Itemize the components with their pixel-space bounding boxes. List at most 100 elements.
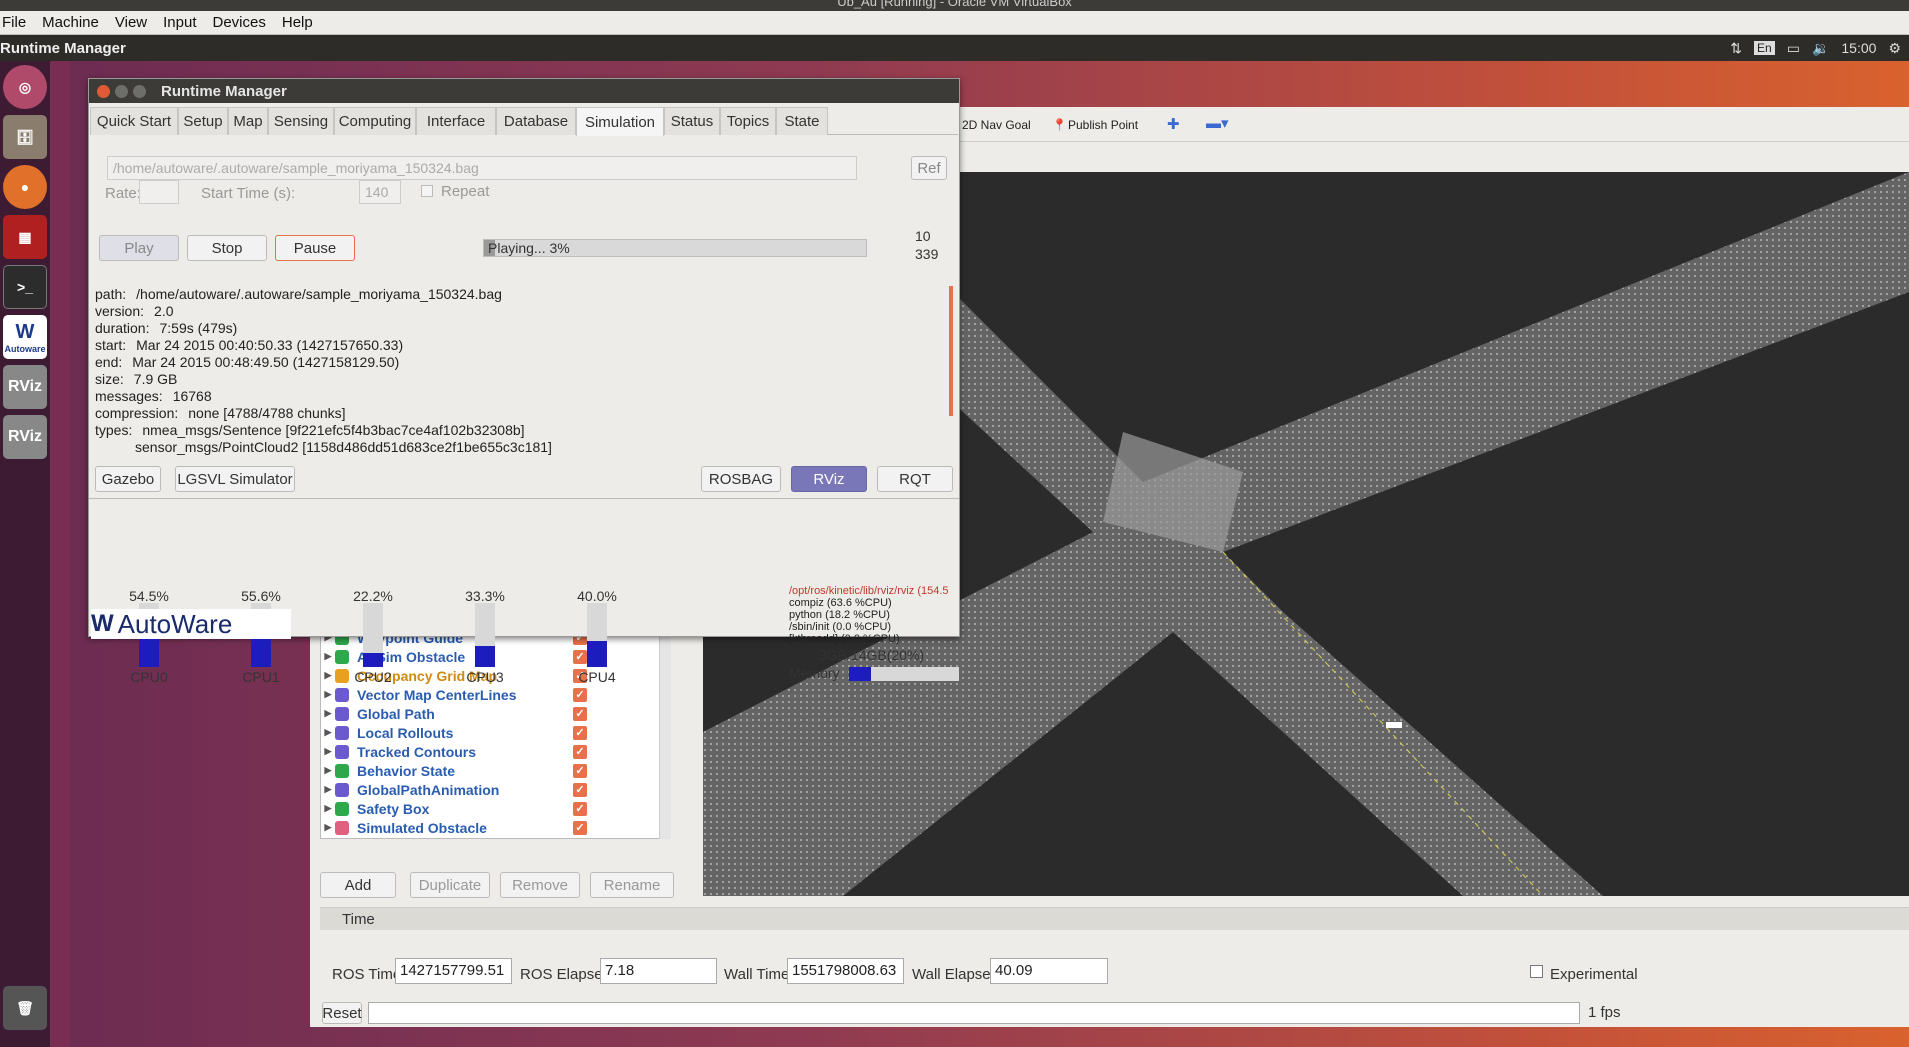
bag-info-line: duration: 7:59s (479s)	[95, 320, 951, 337]
menu-devices[interactable]: Devices	[213, 14, 266, 31]
experimental-checkbox[interactable]	[1530, 965, 1543, 978]
network-icon[interactable]: ⇅	[1730, 40, 1742, 57]
reset-button[interactable]: Reset	[322, 1002, 362, 1024]
display-item[interactable]: ▶ GlobalPathAnimation ✓	[321, 780, 669, 799]
rqt-button[interactable]: RQT	[877, 466, 953, 492]
tab-state[interactable]: State	[776, 107, 828, 135]
tab-interface[interactable]: Interface	[416, 107, 496, 135]
tab-simulation[interactable]: Simulation	[576, 107, 664, 136]
tab-computing[interactable]: Computing	[334, 107, 416, 135]
rviz-icon-1[interactable]: RViz	[3, 365, 47, 409]
add-tool-icon[interactable]: ✚	[1167, 115, 1180, 133]
expand-arrow-icon[interactable]: ▶	[321, 822, 335, 833]
display-item[interactable]: ▶ Tracked Contours ✓	[321, 742, 669, 761]
display-item[interactable]: ▶ Vector Map CenterLines ✓	[321, 685, 669, 704]
start-time-input[interactable]: 140	[359, 180, 401, 204]
display-item[interactable]: ▶Velocity (km/h)✓	[321, 837, 669, 838]
tab-quick-start[interactable]: Quick Start	[90, 107, 178, 135]
ubuntu-dash-icon[interactable]: ◎	[3, 65, 47, 109]
remove-display-button[interactable]: Remove	[500, 872, 580, 898]
display-enabled-checkbox[interactable]: ✓	[573, 688, 587, 702]
display-item[interactable]: ▶ Global Path ✓	[321, 704, 669, 723]
add-display-button[interactable]: Add	[320, 872, 396, 898]
ros-time-field[interactable]: 1427157799.51	[395, 958, 512, 984]
bag-path-input[interactable]: /home/autoware/.autoware/sample_moriyama…	[107, 156, 857, 180]
display-enabled-checkbox[interactable]: ✓	[573, 802, 587, 816]
pause-button[interactable]: Pause	[275, 235, 355, 261]
publish-point-tool[interactable]: Publish Point	[1068, 118, 1138, 132]
rviz-icon-2[interactable]: RViz	[3, 415, 47, 459]
lgsvl-simulator-button[interactable]: LGSVL Simulator	[175, 466, 295, 492]
minimize-icon[interactable]	[115, 85, 128, 98]
display-enabled-checkbox[interactable]: ✓	[573, 726, 587, 740]
display-enabled-checkbox[interactable]: ✓	[573, 650, 587, 664]
trash-icon[interactable]: 🗑	[3, 986, 47, 1030]
display-enabled-checkbox[interactable]: ✓	[573, 821, 587, 835]
power-gear-icon[interactable]: ⚙	[1888, 40, 1901, 57]
display-item[interactable]: ▶ Local Rollouts ✓	[321, 723, 669, 742]
display-item[interactable]: ▶ Behavior State ✓	[321, 761, 669, 780]
process-line: /opt/ros/kinetic/lib/rviz/rviz (154.5	[789, 585, 949, 597]
battery-icon[interactable]: ▭	[1787, 40, 1800, 57]
duplicate-display-button[interactable]: Duplicate	[410, 872, 490, 898]
bag-info-scrollbar[interactable]	[949, 286, 953, 416]
bag-info-key: duration:	[95, 320, 150, 336]
runtime-manager-window: Runtime Manager Quick Start Setup Map Se…	[88, 78, 960, 685]
stop-button[interactable]: Stop	[187, 235, 267, 261]
repeat-checkbox[interactable]	[421, 185, 433, 197]
tab-status[interactable]: Status	[664, 107, 720, 135]
rename-display-button[interactable]: Rename	[590, 872, 674, 898]
active-app-name[interactable]: Runtime Manager	[0, 40, 126, 57]
display-item[interactable]: ▶ Safety Box ✓	[321, 799, 669, 818]
wall-time-field[interactable]: 1551798008.63	[787, 958, 904, 984]
process-line: /sbin/init (0.0 %CPU)	[789, 621, 892, 633]
files-icon[interactable]: 🗄	[3, 115, 47, 159]
expand-arrow-icon[interactable]: ▶	[321, 784, 335, 795]
menu-machine[interactable]: Machine	[42, 14, 99, 31]
runtime-manager-launcher-icon[interactable]: ▦	[3, 215, 47, 259]
nav-goal-tool[interactable]: 2D Nav Goal	[962, 118, 1031, 132]
gazebo-button[interactable]: Gazebo	[95, 466, 161, 492]
expand-arrow-icon[interactable]: ▶	[321, 670, 335, 681]
firefox-icon[interactable]: ●	[3, 165, 47, 209]
autoware-logo-icon: W	[91, 610, 114, 637]
expand-arrow-icon[interactable]: ▶	[321, 765, 335, 776]
display-item[interactable]: ▶ Simulated Obstacle ✓	[321, 818, 669, 837]
menu-view[interactable]: View	[115, 14, 147, 31]
tab-topics[interactable]: Topics	[720, 107, 776, 135]
expand-arrow-icon[interactable]: ▶	[321, 708, 335, 719]
display-enabled-checkbox[interactable]: ✓	[573, 745, 587, 759]
ros-elapsed-field[interactable]: 7.18	[600, 958, 717, 984]
expand-arrow-icon[interactable]: ▶	[321, 746, 335, 757]
rate-input[interactable]	[139, 180, 179, 204]
ubuntu-launcher: ◎ 🗄 ● ▦ >_ W Autoware RViz RViz 🗑	[0, 61, 50, 1047]
tab-sensing[interactable]: Sensing	[268, 107, 334, 135]
volume-icon[interactable]: 🔉	[1812, 40, 1829, 57]
display-enabled-checkbox[interactable]: ✓	[573, 764, 587, 778]
clock[interactable]: 15:00	[1841, 40, 1876, 56]
tab-setup[interactable]: Setup	[178, 107, 228, 135]
expand-arrow-icon[interactable]: ▶	[321, 651, 335, 662]
tab-database[interactable]: Database	[496, 107, 576, 135]
terminal-icon[interactable]: >_	[3, 265, 47, 309]
rosbag-button[interactable]: ROSBAG	[701, 466, 781, 492]
expand-arrow-icon[interactable]: ▶	[321, 803, 335, 814]
tab-map[interactable]: Map	[228, 107, 268, 135]
displays-scrollbar[interactable]	[659, 627, 671, 839]
wall-elapsed-field[interactable]: 40.09	[990, 958, 1108, 984]
menu-file[interactable]: File	[2, 14, 26, 31]
keyboard-layout[interactable]: En	[1754, 41, 1775, 55]
display-enabled-checkbox[interactable]: ✓	[573, 783, 587, 797]
menu-help[interactable]: Help	[282, 14, 313, 31]
expand-arrow-icon[interactable]: ▶	[321, 689, 335, 700]
play-button[interactable]: Play	[99, 235, 179, 261]
rviz-button[interactable]: RViz	[791, 466, 867, 492]
display-enabled-checkbox[interactable]: ✓	[573, 707, 587, 721]
menu-input[interactable]: Input	[163, 14, 196, 31]
remove-tool-icon[interactable]: ▬▾	[1206, 114, 1229, 132]
ref-button[interactable]: Ref	[911, 156, 947, 180]
expand-arrow-icon[interactable]: ▶	[321, 727, 335, 738]
close-icon[interactable]	[97, 85, 110, 98]
maximize-icon[interactable]	[133, 85, 146, 98]
autoware-icon[interactable]: W Autoware	[3, 315, 47, 359]
